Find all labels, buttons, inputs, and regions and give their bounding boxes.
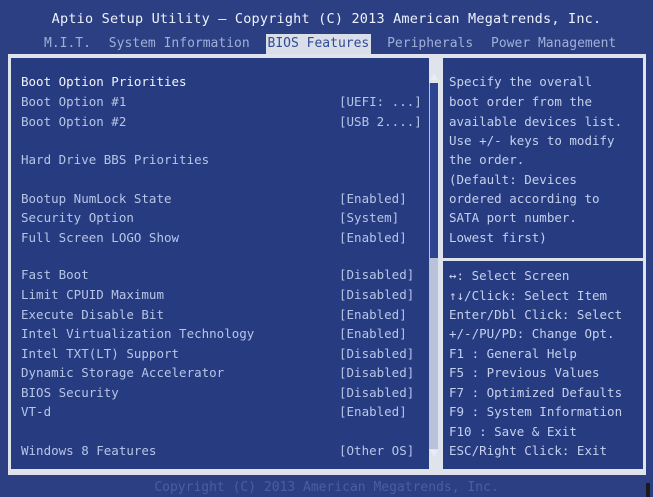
help-line: ordered according to <box>449 191 600 206</box>
key-hint: ↔: Select Screen <box>449 268 570 283</box>
key-hint: F9 : System Information <box>449 404 623 419</box>
tab-mit[interactable]: M.I.T. <box>42 34 93 54</box>
value-execute-disable-bit[interactable]: [Enabled] <box>339 306 407 324</box>
key-hint: ↑↓/Click: Select Item <box>449 288 608 303</box>
tab-system-information[interactable]: System Information <box>107 34 252 54</box>
setting-security-option[interactable]: Security Option <box>21 209 134 227</box>
key-hint: F10 : Save & Exit <box>449 424 577 439</box>
key-hint: +/-/PU/PD: Change Opt. <box>449 326 615 341</box>
help-line: boot order from the <box>449 94 592 109</box>
tab-bios-features[interactable]: BIOS Features <box>265 34 372 54</box>
setting-dynamic-storage-accelerator[interactable]: Dynamic Storage Accelerator <box>21 364 224 382</box>
setting-boot-option-1[interactable]: Boot Option #1 <box>21 93 126 111</box>
key-hint: F7 : Optimized Defaults <box>449 385 623 400</box>
key-hint: Enter/Dbl Click: Select <box>449 307 623 322</box>
setting-boot-option-2[interactable]: Boot Option #2 <box>21 113 126 131</box>
value-fast-boot[interactable]: [Disabled] <box>339 266 414 284</box>
setting-limit-cpuid-maximum[interactable]: Limit CPUID Maximum <box>21 286 164 304</box>
key-hint: ESC/Right Click: Exit <box>449 443 608 458</box>
tab-power-management[interactable]: Power Management <box>489 34 618 54</box>
key-hint: F1 : General Help <box>449 346 577 361</box>
setting-bios-security[interactable]: BIOS Security <box>21 384 119 402</box>
value-intel-virtualization-technology[interactable]: [Enabled] <box>339 325 407 343</box>
help-line: (Default: Devices <box>449 172 577 187</box>
value-security-option[interactable]: [System] <box>339 209 399 227</box>
value-full-screen-logo-show[interactable]: [Enabled] <box>339 229 407 247</box>
tab-peripherals[interactable]: Peripherals <box>385 34 475 54</box>
value-boot-option-1[interactable]: [UEFI: ...] <box>339 93 422 111</box>
tab-bar: M.I.T. System Information BIOS Features … <box>42 34 624 54</box>
help-line: Specify the overall <box>449 74 592 89</box>
value-bootup-numlock-state[interactable]: [Enabled] <box>339 190 407 208</box>
value-dynamic-storage-accelerator[interactable]: [Disabled] <box>339 364 414 382</box>
setting-intel-txt-support[interactable]: Intel TXT(LT) Support <box>21 345 179 363</box>
value-bios-security[interactable]: [Disabled] <box>339 384 414 402</box>
scroll-down-arrow-icon[interactable] <box>430 450 438 457</box>
key-hint: F5 : Previous Values <box>449 365 600 380</box>
value-vt-d[interactable]: [Enabled] <box>339 403 407 421</box>
value-limit-cpuid-maximum[interactable]: [Disabled] <box>339 286 414 304</box>
help-line: the order. <box>449 152 525 167</box>
setting-bootup-numlock-state[interactable]: Bootup NumLock State <box>21 190 172 208</box>
setting-windows-8-features[interactable]: Windows 8 Features <box>21 442 156 460</box>
help-line: available devices list. <box>449 114 623 129</box>
setting-execute-disable-bit[interactable]: Execute Disable Bit <box>21 306 164 324</box>
corner-mark <box>646 483 650 497</box>
help-separator <box>443 258 643 261</box>
help-line: Lowest first) <box>449 230 547 245</box>
value-windows-8-features[interactable]: [Other OS] <box>339 442 414 460</box>
value-intel-txt-support[interactable]: [Disabled] <box>339 345 414 363</box>
section-boot-option-priorities: Boot Option Priorities <box>21 74 187 89</box>
app-title: Aptio Setup Utility – Copyright (C) 2013… <box>51 11 602 27</box>
value-boot-option-2[interactable]: [USB 2....] <box>339 113 422 131</box>
scroll-up-arrow-icon[interactable] <box>430 73 438 80</box>
setting-fast-boot[interactable]: Fast Boot <box>21 266 89 284</box>
footer-copyright: Copyright (C) 2013 American Megatrends, … <box>0 478 653 497</box>
help-line: SATA port number. <box>449 210 577 225</box>
setting-hard-drive-bbs-priorities[interactable]: Hard Drive BBS Priorities <box>21 151 209 169</box>
scrollbar-thumb[interactable] <box>430 83 438 258</box>
setting-intel-virtualization-technology[interactable]: Intel Virtualization Technology <box>21 325 254 343</box>
setting-full-screen-logo-show[interactable]: Full Screen LOGO Show <box>21 229 179 247</box>
setting-vt-d[interactable]: VT-d <box>21 403 51 421</box>
help-line: Use +/- keys to modify <box>449 133 615 148</box>
